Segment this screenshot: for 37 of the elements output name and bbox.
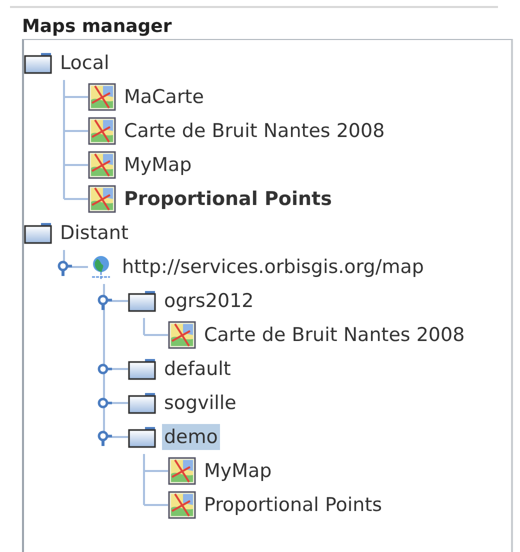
expanded-handle-icon[interactable]	[97, 430, 112, 446]
tree-item[interactable]: ogrs2012	[162, 288, 256, 314]
tree-item[interactable]: Proportional Points	[202, 492, 384, 518]
map-icon	[168, 491, 196, 519]
map-icon	[88, 185, 116, 213]
tree-item[interactable]: Local	[58, 50, 112, 76]
tree-item[interactable]: Carte de Bruit Nantes 2008	[122, 118, 387, 144]
folder-icon	[128, 392, 156, 414]
map-icon	[88, 83, 116, 111]
map-icon	[88, 151, 116, 179]
expanded-handle-icon[interactable]	[97, 294, 112, 310]
tree-item[interactable]: MyMap	[122, 152, 194, 178]
folder-icon	[128, 290, 156, 312]
collapsed-handle-icon[interactable]	[97, 397, 112, 409]
map-icon	[88, 117, 116, 145]
folder-icon	[128, 358, 156, 380]
tree-item[interactable]: Carte de Bruit Nantes 2008	[202, 322, 467, 348]
panel-title: Maps manager	[21, 15, 173, 39]
collapsed-handle-icon[interactable]	[97, 363, 112, 375]
tree-line	[63, 114, 88, 148]
tree-item[interactable]: MyMap	[202, 458, 274, 484]
expanded-handle-icon[interactable]	[57, 260, 72, 276]
tree-line	[63, 250, 88, 268]
folder-icon	[24, 52, 52, 74]
map-icon	[168, 321, 196, 349]
map-icon	[168, 457, 196, 485]
folder-icon	[24, 222, 52, 244]
tree-item[interactable]: Proportional Points	[122, 186, 334, 212]
tree-item[interactable]: http://services.orbisgis.org/map	[120, 254, 426, 280]
tree-item[interactable]: sogville	[162, 390, 238, 416]
folder-icon	[128, 426, 156, 448]
tree-item[interactable]: MaCarte	[122, 84, 206, 110]
tree-line	[143, 318, 168, 336]
tree-item[interactable]: Distant	[58, 220, 130, 246]
tree-line	[63, 80, 88, 114]
tree-item[interactable]: demo	[162, 424, 220, 450]
tree-item[interactable]: default	[162, 356, 233, 382]
